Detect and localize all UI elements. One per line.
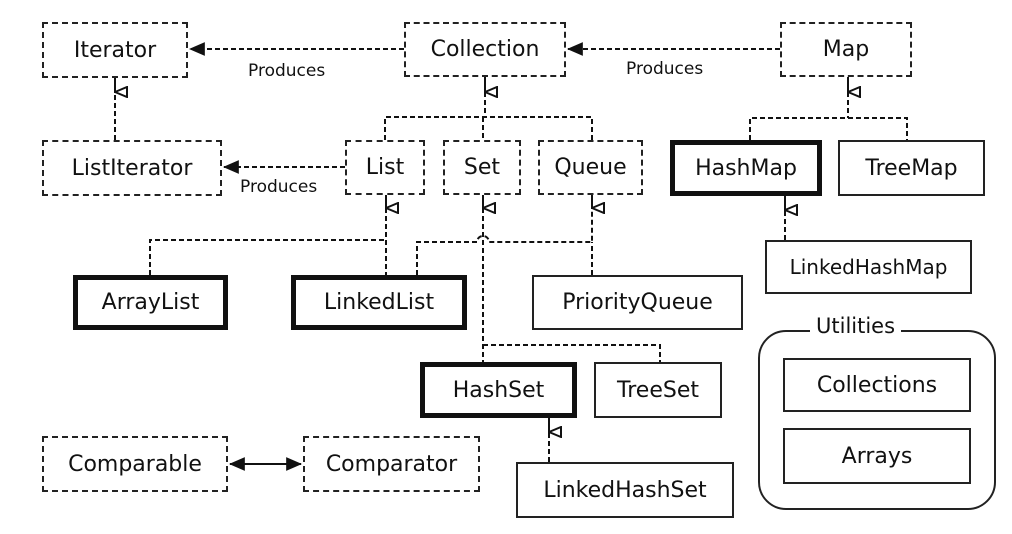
label-produces-iterator: Produces xyxy=(246,61,328,81)
node-list-iterator: ListIterator xyxy=(42,140,222,196)
edge-queue-children xyxy=(416,208,593,275)
node-tree-map: TreeMap xyxy=(838,140,985,196)
node-iterator: Iterator xyxy=(42,22,188,78)
edge-collection-children xyxy=(384,92,593,140)
node-comparator: Comparator xyxy=(303,436,480,492)
node-collection: Collection xyxy=(404,22,566,77)
label-produces-collection: Produces xyxy=(624,59,706,79)
node-set: Set xyxy=(443,140,521,195)
node-map: Map xyxy=(780,22,912,77)
node-collections: Collections xyxy=(783,358,971,412)
node-hash-map: HashMap xyxy=(670,140,822,196)
edge-list-children xyxy=(149,208,387,275)
node-list: List xyxy=(345,140,425,195)
node-priority-queue: PriorityQueue xyxy=(532,275,743,330)
node-linked-hash-map: LinkedHashMap xyxy=(765,240,972,294)
label-produces-list-iterator: Produces xyxy=(238,177,320,197)
node-linked-hash-set: LinkedHashSet xyxy=(516,462,734,518)
collections-diagram: Iterator Collection Map ListIterator Lis… xyxy=(0,0,1012,534)
node-tree-set: TreeSet xyxy=(594,362,722,418)
node-comparable: Comparable xyxy=(42,436,228,492)
node-hash-set: HashSet xyxy=(420,362,577,418)
node-arrays: Arrays xyxy=(783,428,971,484)
edge-map-children xyxy=(749,92,908,140)
node-array-list: ArrayList xyxy=(73,275,228,330)
node-queue: Queue xyxy=(538,140,643,195)
node-linked-list: LinkedList xyxy=(291,275,467,330)
utilities-title: Utilities xyxy=(810,314,902,338)
